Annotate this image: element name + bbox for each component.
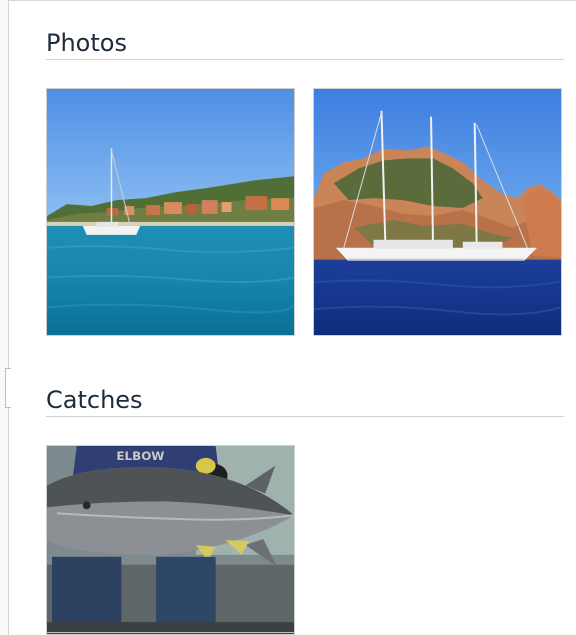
catch-thumbnail[interactable]: ELBOW bbox=[46, 445, 295, 635]
content-divider bbox=[46, 632, 295, 633]
sailboat-bay-image bbox=[47, 89, 294, 335]
left-sidebar-edge bbox=[0, 0, 9, 635]
sidebar-resize-handle[interactable] bbox=[5, 368, 11, 408]
shirt-logo-text: ELBOW bbox=[116, 449, 164, 463]
tuna-catch-image: ELBOW bbox=[47, 446, 294, 634]
photo-thumbnail[interactable] bbox=[46, 88, 295, 336]
yacht-cliffs-image bbox=[314, 89, 561, 335]
catches-section-title: Catches bbox=[46, 385, 564, 417]
photos-section-title: Photos bbox=[46, 28, 564, 60]
photo-thumbnail[interactable] bbox=[313, 88, 562, 336]
